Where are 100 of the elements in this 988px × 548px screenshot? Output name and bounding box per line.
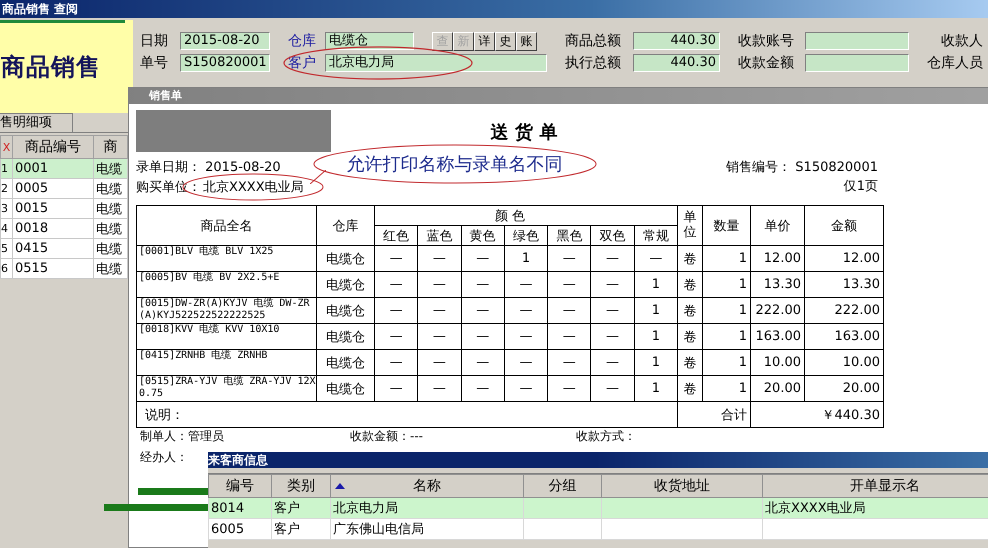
toolbar-button[interactable]: 史 <box>495 32 516 50</box>
table-row[interactable]: 1 0001 电缆 <box>0 158 128 178</box>
column-header[interactable]: 类别 <box>272 474 330 498</box>
input-field[interactable]: S150820001 <box>180 54 270 72</box>
column-header: 仓库 <box>316 206 374 246</box>
column-header: 蓝色 <box>418 226 462 246</box>
column-label: 开单显示名 <box>850 478 920 494</box>
table-cell: — <box>461 376 504 402</box>
table-row[interactable]: 5 0415 电缆 <box>0 238 128 258</box>
table-cell: 1 <box>634 350 678 376</box>
column-header: 黄色 <box>461 226 504 246</box>
input-field[interactable]: 北京电力局 <box>325 54 547 72</box>
input-field[interactable]: 2015-08-20 <box>180 32 270 50</box>
table-cell: 222.00 <box>750 298 804 324</box>
column-label: 编号 <box>226 478 254 494</box>
field-label: 执行总额 <box>565 54 622 72</box>
table-cell: 卷 <box>678 376 702 402</box>
table-cell: — <box>418 272 462 298</box>
column-label: 类别 <box>287 478 315 494</box>
column-header: 双色 <box>590 226 634 246</box>
table-cell: — <box>504 350 548 376</box>
input-field[interactable]: 440.30 <box>633 54 720 72</box>
table-row[interactable]: 4 0018 电缆 <box>0 218 128 238</box>
column-header[interactable]: 商 <box>94 136 128 158</box>
table-cell: [0001]BLV 电缆 BLV 1X25 <box>136 246 316 272</box>
table-cell: 1 <box>634 376 678 402</box>
table-cell: — <box>461 298 504 324</box>
input-field[interactable]: 电缆仓 <box>325 32 414 50</box>
table-row[interactable]: 6 0515 电缆 <box>0 258 128 278</box>
toolbar-button[interactable]: 账 <box>516 32 537 50</box>
entry-date: 录单日期： 2015-08-20 <box>136 159 281 176</box>
table-cell: — <box>418 350 462 376</box>
field-label: 收款人 <box>940 32 984 50</box>
field-label: 收款金额 <box>738 54 795 72</box>
table-cell: 1 <box>504 246 548 272</box>
table-cell: 电缆仓 <box>316 272 374 298</box>
table-row[interactable]: 2 0005 电缆 <box>0 178 128 198</box>
field-label: 仓库人员 <box>927 54 984 72</box>
table-cell: — <box>590 350 634 376</box>
table-cell: 电缆仓 <box>316 298 374 324</box>
column-header[interactable]: X <box>0 136 12 158</box>
table-cell: 1 <box>702 376 750 402</box>
sale-number: 销售编号： S150820001 <box>726 159 879 176</box>
table-cell: [0515]ZRA-YJV 电缆 ZRA-YJV 12X0.75 <box>136 376 316 402</box>
table-cell: 4 <box>0 218 12 238</box>
table-cell: 0018 <box>12 218 94 238</box>
table-cell: 1 <box>702 350 750 376</box>
table-cell: 客户 <box>272 518 330 540</box>
table-row[interactable]: 3 0015 电缆 <box>0 198 128 218</box>
table-cell: 6 <box>0 258 12 278</box>
table-cell: — <box>590 298 634 324</box>
table-row[interactable]: 8014 客户 北京电力局 北京XXXX电业局 <box>208 498 988 518</box>
toolbar-button[interactable]: 详 <box>474 32 495 50</box>
input-field[interactable] <box>805 32 909 50</box>
column-header[interactable]: 名称 <box>330 474 524 498</box>
field-label: 单号 <box>140 54 169 72</box>
column-header[interactable]: 分组 <box>524 474 602 498</box>
table-cell: 1 <box>0 158 12 178</box>
table-cell: 1 <box>702 324 750 350</box>
column-header[interactable]: 商品编号 <box>12 136 94 158</box>
table-cell: — <box>504 324 548 350</box>
table-cell: — <box>374 272 418 298</box>
tab[interactable]: 售明细项 <box>0 113 73 132</box>
table-cell: 20.00 <box>804 376 884 402</box>
field-label: 日期 <box>140 32 169 50</box>
input-field[interactable]: 440.30 <box>633 32 720 50</box>
field-label: 收款账号 <box>738 32 795 50</box>
table-cell: 163.00 <box>804 324 884 350</box>
table-cell: — <box>374 376 418 402</box>
column-header: 单位 <box>678 206 702 246</box>
column-header[interactable]: 开单显示名 <box>762 474 988 498</box>
column-header[interactable]: 收货地址 <box>602 474 762 498</box>
table-cell: — <box>548 246 591 272</box>
table-cell: 1 <box>702 298 750 324</box>
table-cell: — <box>461 350 504 376</box>
table-cell: — <box>461 246 504 272</box>
table-row[interactable]: 6005 客户 广东佛山电信局 <box>208 518 988 540</box>
table-cell: 12.00 <box>750 246 804 272</box>
table-cell: 电缆仓 <box>316 324 374 350</box>
column-header[interactable]: 编号 <box>208 474 272 498</box>
table-cell: — <box>374 298 418 324</box>
input-field[interactable] <box>805 54 909 72</box>
table-cell: — <box>590 272 634 298</box>
column-label: 收货地址 <box>654 478 710 494</box>
column-header: 颜 色 <box>374 206 678 226</box>
footer-text: 经办人： <box>139 449 188 466</box>
footer-text: 收款方式： <box>576 429 636 443</box>
table-cell: 222.00 <box>804 298 884 324</box>
table-cell: — <box>374 324 418 350</box>
column-header: 商品全名 <box>136 206 316 246</box>
table-cell: [0018]KVV 电缆 KVV 10X10 <box>136 324 316 350</box>
table-cell: 0005 <box>12 178 94 198</box>
table-cell: 卷 <box>678 324 702 350</box>
table-cell: 13.30 <box>804 272 884 298</box>
table-cell: — <box>418 246 462 272</box>
table-cell: 0015 <box>12 198 94 218</box>
window-title: 商品销售 查阅 <box>1 0 78 18</box>
table-cell: — <box>418 376 462 402</box>
table-cell: 电缆仓 <box>316 246 374 272</box>
table-cell: 10.00 <box>804 350 884 376</box>
